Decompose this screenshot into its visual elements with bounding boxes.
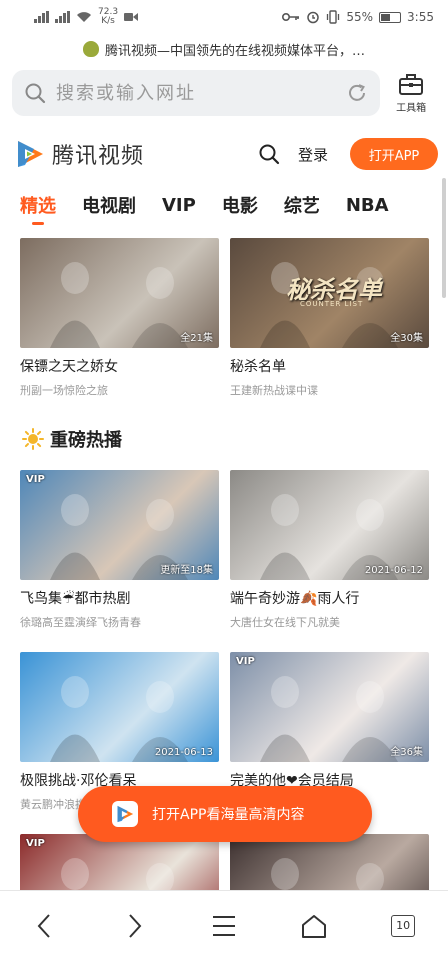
status-right: 55% 3:55 (282, 10, 434, 24)
url-bar-row: 工具箱 (12, 66, 436, 120)
episode-badge: 全36集 (390, 747, 423, 758)
video-thumbnail[interactable]: 2021-06-12 (230, 470, 429, 580)
video-row: VIP 更新至18集飞鸟集☔都市热剧徐璐高至霆演绎飞扬青春 2021-06-12 端午… (20, 470, 430, 630)
open-app-floating-label: 打开APP看海量高清内容 (152, 807, 305, 823)
signal-strength-2-icon (55, 11, 70, 23)
battery-percent: 55% (346, 10, 374, 24)
section-title: 重磅热播 (50, 430, 122, 451)
login-link[interactable]: 登录 (298, 144, 328, 165)
video-subtitle: 刑副一场惊险之旅 (20, 384, 108, 397)
chevron-right-icon (129, 913, 142, 938)
header-search-button[interactable] (254, 139, 284, 169)
network-speed-unit: K/s (101, 16, 115, 26)
menu-button[interactable] (200, 902, 248, 950)
home-button[interactable] (290, 902, 338, 950)
video-title[interactable]: 端午奇妙游🍂雨人行 (230, 588, 429, 608)
toolbox-icon (399, 74, 424, 95)
open-app-floating-button[interactable]: 打开APP看海量高清内容 (78, 786, 372, 842)
video-title[interactable]: 飞鸟集☔都市热剧 (20, 588, 219, 608)
video-card[interactable]: 秘杀名单 COUNTER LIST 全30集 秘杀名单 王建新热战谍中谍 (230, 238, 429, 398)
tabs-button[interactable]: 10 (379, 902, 427, 950)
site-notice[interactable]: 腾讯视频—中国领先的在线视频媒体平台，… (0, 36, 448, 62)
thumbnail-art (50, 676, 188, 762)
video-icon (124, 13, 139, 21)
video-card[interactable]: 全21集保镖之天之娇女刑副一场惊险之旅 (20, 238, 219, 398)
menu-icon (212, 915, 235, 936)
video-card[interactable]: VIP 更新至18集飞鸟集☔都市热剧徐璐高至霆演绎飞扬青春 (20, 470, 219, 630)
episode-badge: 2021-06-13 (154, 747, 213, 758)
toolbox-label: 工具箱 (396, 103, 427, 114)
tab-4[interactable]: 综艺 (284, 185, 320, 225)
site-header: 腾讯视频 登录 打开APP (14, 132, 438, 176)
signal-strength-icon (34, 11, 49, 23)
open-app-button[interactable]: 打开APP (350, 138, 438, 170)
video-subtitle: 大唐仕女在线下凡就美 (230, 616, 340, 629)
video-thumbnail[interactable]: 秘杀名单 COUNTER LIST 全30集 (230, 238, 429, 348)
clock: 3:55 (407, 10, 434, 24)
row-spacer (20, 630, 430, 652)
key-icon (282, 13, 300, 21)
url-input[interactable] (56, 82, 337, 104)
video-thumbnail[interactable]: 2021-06-13 (20, 652, 219, 762)
browser-bottom-nav: 10 (0, 890, 448, 960)
refresh-icon[interactable] (346, 82, 368, 104)
vip-badge: VIP (26, 474, 45, 485)
episode-badge: 2021-06-12 (364, 565, 423, 576)
back-button[interactable] (21, 902, 69, 950)
battery-icon (379, 11, 402, 23)
search-icon (25, 83, 46, 104)
video-card[interactable]: 2021-06-12 端午奇妙游🍂雨人行大唐仕女在线下凡就美 (230, 470, 429, 630)
network-speed: 72.3 K/s (98, 8, 118, 26)
vibrate-icon (327, 10, 340, 24)
logo-text: 腾讯视频 (52, 144, 145, 169)
alarm-icon (307, 11, 320, 24)
site-notice-text: 腾讯视频—中国领先的在线视频媒体平台，… (104, 43, 365, 59)
status-bar: 72.3 K/s 55% 3:55 (0, 0, 448, 34)
battery-fill (381, 13, 391, 21)
video-title[interactable]: 保镖之天之娇女 (20, 356, 219, 376)
thumbnail-art (260, 494, 398, 580)
section-header: 重磅热播 (22, 426, 430, 452)
vip-badge: VIP (236, 656, 255, 667)
video-thumbnail[interactable]: 全21集 (20, 238, 219, 348)
sun-icon (22, 428, 44, 450)
episode-badge: 全21集 (180, 333, 213, 344)
tab-2[interactable]: VIP (162, 185, 196, 225)
forward-button[interactable] (110, 902, 158, 950)
tab-3[interactable]: 电影 (222, 185, 258, 225)
page-scrollbar[interactable] (442, 178, 446, 298)
search-icon (259, 144, 280, 165)
vip-badge: VIP (26, 838, 45, 849)
poster-subtitle: COUNTER LIST (300, 300, 364, 308)
status-left: 72.3 K/s (34, 8, 139, 26)
video-thumbnail[interactable]: VIP 全36集 (230, 652, 429, 762)
url-bar[interactable] (12, 70, 381, 116)
hot-rows: VIP 更新至18集飞鸟集☔都市热剧徐璐高至霆演绎飞扬青春 2021-06-12 端午… (20, 470, 430, 944)
app-logo-icon (112, 801, 138, 827)
episode-badge: 全30集 (390, 333, 423, 344)
tab-5[interactable]: NBA (346, 185, 389, 225)
top-row: 全21集 保镖之天之娇女 刑副一场惊险之旅 秘杀名单 COUNTER LIST 全30集秘… (20, 238, 430, 398)
shield-icon (82, 41, 99, 57)
channel-tabs: 精选 电视剧 VIP 电影 综艺 NBA (0, 182, 448, 228)
tencent-video-logo-icon (18, 141, 43, 167)
wifi-icon (77, 12, 91, 22)
tencent-video-logo[interactable]: 腾讯视频 (14, 138, 144, 170)
tab-0[interactable]: 精选 (20, 185, 56, 225)
tab-1[interactable]: 电视剧 (82, 185, 136, 225)
episode-badge: 更新至18集 (160, 565, 213, 576)
chevron-left-icon (37, 913, 50, 938)
video-subtitle: 王建新热战谍中谍 (230, 384, 318, 397)
video-thumbnail[interactable]: VIP 更新至18集 (20, 470, 219, 580)
tab-count: 10 (391, 914, 416, 937)
toolbox-button[interactable]: 工具箱 (386, 72, 436, 114)
home-icon (301, 914, 326, 938)
video-subtitle: 徐璐高至霆演绎飞扬青春 (20, 616, 141, 629)
video-title[interactable]: 秘杀名单 (230, 356, 429, 376)
